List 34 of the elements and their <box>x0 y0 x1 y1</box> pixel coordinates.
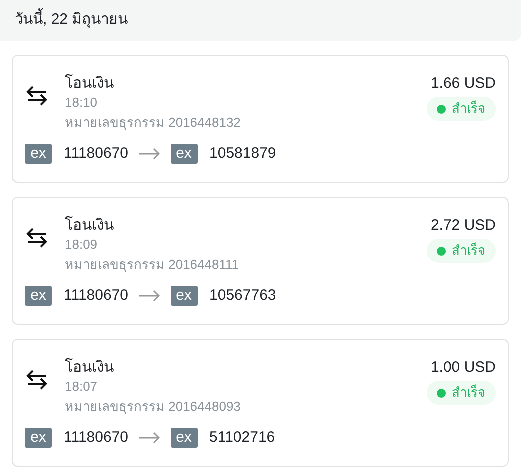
account-number: 51102716 <box>210 428 276 448</box>
transaction-id: หมายเลขธุรกรรม 2016448111 <box>65 256 239 274</box>
account-logo: ex <box>170 144 198 164</box>
account-logo: ex <box>25 428 52 448</box>
status-label: สำเร็จ <box>452 384 486 402</box>
status-label: สำเร็จ <box>452 100 486 118</box>
date-heading: วันนี้, 22 มิถุนายน <box>15 9 128 32</box>
transaction-id: หมายเลขธุรกรรม 2016448132 <box>65 114 241 132</box>
account-number: 11180670 <box>64 286 129 306</box>
account-number: 10567763 <box>210 286 276 306</box>
transfer-type: โอนเงิน <box>65 74 115 94</box>
status-label: สำเร็จ <box>452 242 486 260</box>
transfer-arrows-icon <box>26 370 48 390</box>
account-number: 11180670 <box>64 428 129 448</box>
transfer-type: โอนเงิน <box>65 216 115 236</box>
account-logo: ex <box>25 144 52 164</box>
account-logo: ex <box>25 286 52 306</box>
right-arrow-icon <box>138 432 161 444</box>
right-arrow-icon <box>138 290 161 302</box>
right-arrow-icon <box>138 148 161 160</box>
transaction-time: 18:10 <box>65 94 99 112</box>
amount: 1.66 USD <box>430 74 496 94</box>
transaction-time: 18:07 <box>65 378 99 396</box>
account-logo: ex <box>170 428 198 448</box>
transaction-id: หมายเลขธุรกรรม 2016448093 <box>65 398 241 416</box>
transfer-arrows-icon <box>26 228 48 248</box>
transaction-time: 18:09 <box>65 236 99 254</box>
transfer-type: โอนเงิน <box>65 358 115 378</box>
account-logo: ex <box>170 286 198 306</box>
account-number: 11180670 <box>64 144 129 164</box>
account-number: 10581879 <box>210 144 276 164</box>
transfer-arrows-icon <box>26 86 48 106</box>
amount: 2.72 USD <box>430 216 496 236</box>
amount: 1.00 USD <box>430 358 496 378</box>
